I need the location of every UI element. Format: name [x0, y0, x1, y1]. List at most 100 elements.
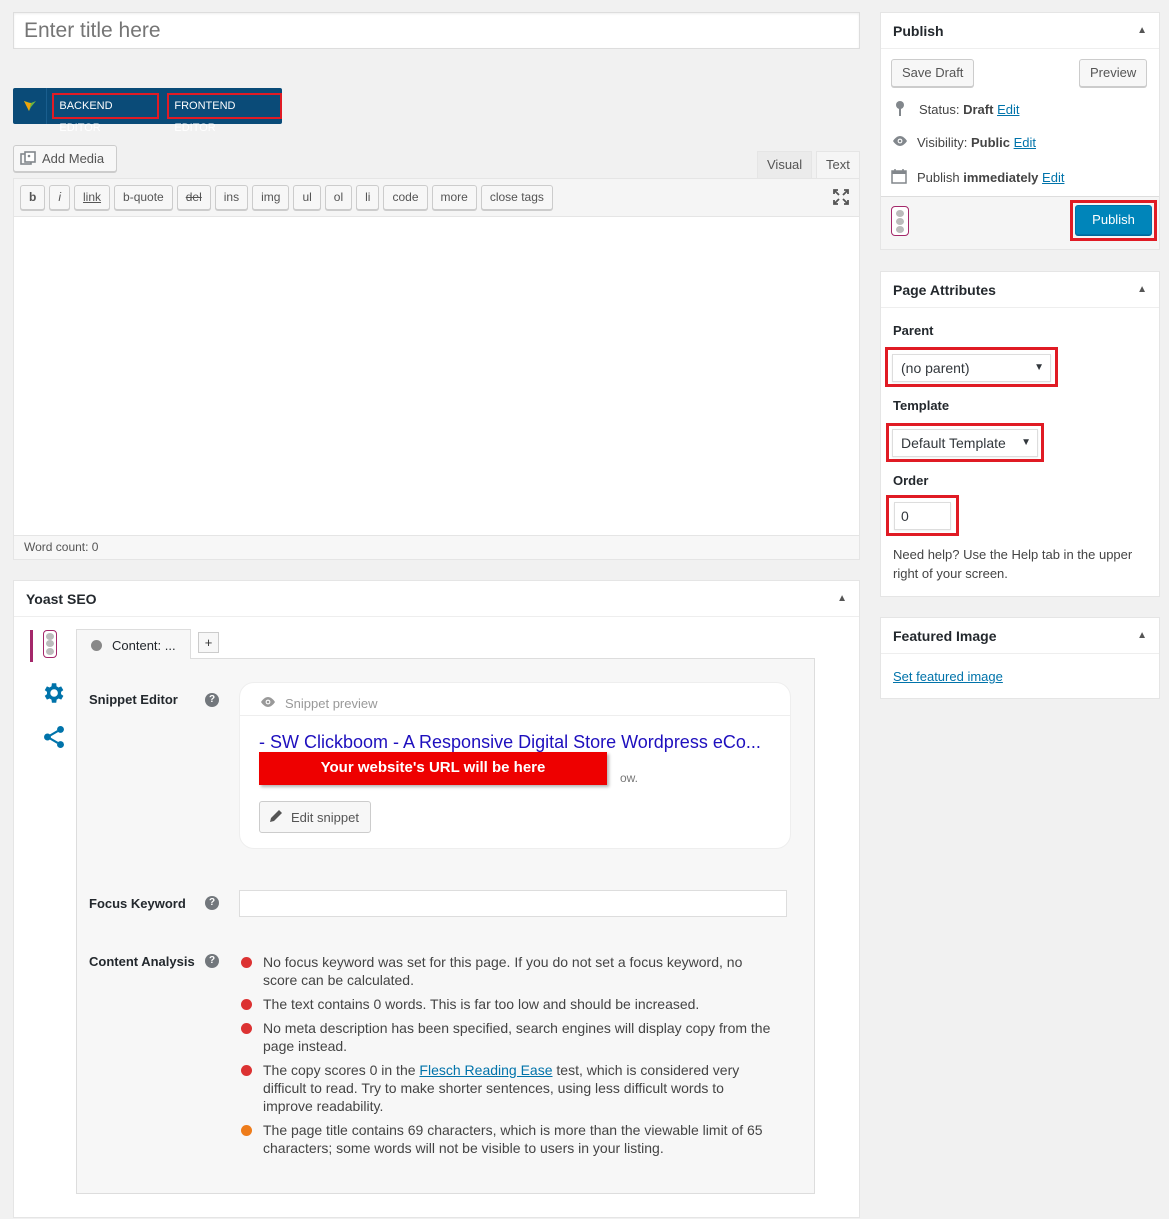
vc-logo-icon [13, 88, 48, 124]
qt-img-button[interactable]: img [252, 185, 290, 210]
yoast-tab-label: Content: ... [112, 638, 176, 653]
order-input-frame: 0 [886, 495, 959, 536]
publish-header[interactable]: Publish ▲ [881, 13, 1159, 49]
fullscreen-icon[interactable] [833, 189, 849, 210]
status-dot-icon [241, 999, 252, 1010]
status-dot-icon [241, 1125, 252, 1136]
featured-image-title: Featured Image [893, 628, 997, 644]
vc-editor-bar: BACKEND EDITOR FRONTEND EDITOR [13, 88, 282, 134]
eye-icon [891, 134, 911, 150]
qt-ol-button[interactable]: ol [324, 185, 353, 210]
publish-button-frame: Publish [1070, 200, 1157, 241]
text-editor[interactable]: b i link b-quote del ins img ul ol li co… [13, 178, 860, 560]
list-item: No focus keyword was set for this page. … [241, 953, 771, 989]
status-dot-icon [241, 957, 252, 968]
qt-more-button[interactable]: more [431, 185, 477, 210]
help-text: Need help? Use the Help tab in the upper… [893, 547, 1133, 581]
caret-down-icon: ▼ [1034, 362, 1044, 373]
qt-bquote-button[interactable]: b-quote [114, 185, 173, 210]
order-input[interactable]: 0 [894, 502, 951, 530]
order-label: Order [893, 473, 929, 488]
visibility-edit-link[interactable]: Edit [1014, 135, 1036, 150]
yoast-header[interactable]: Yoast SEO ▲ [14, 581, 859, 617]
list-item: The page title contains 69 characters, w… [241, 1121, 771, 1157]
tab-text[interactable]: Text [816, 151, 860, 179]
gear-icon[interactable] [40, 680, 66, 709]
frontend-editor-button[interactable]: FRONTEND EDITOR [167, 93, 282, 134]
preview-button[interactable]: Preview [1079, 59, 1148, 87]
collapse-arrow-icon[interactable]: ▲ [1137, 25, 1147, 36]
list-item: The text contains 0 words. This is far t… [241, 995, 771, 1013]
backend-editor-button[interactable]: BACKEND EDITOR [52, 93, 160, 134]
score-dot-icon [91, 640, 102, 651]
page-attributes-header[interactable]: Page Attributes ▲ [881, 272, 1159, 308]
add-media-label: Add Media [42, 151, 105, 166]
snippet-preview-header: Snippet preview [240, 683, 790, 716]
snippet-url-banner: Your website's URL will be here [259, 752, 607, 785]
content-analysis-label: Content Analysis [89, 954, 195, 969]
help-icon[interactable]: ? [205, 693, 219, 707]
template-select-frame: Default Template ▼ [886, 423, 1044, 462]
publish-date-edit-link[interactable]: Edit [1042, 170, 1064, 185]
yoast-side-tab-content[interactable] [30, 630, 64, 662]
collapse-arrow-icon[interactable]: ▲ [1137, 630, 1147, 641]
focus-keyword-input[interactable] [239, 890, 787, 917]
media-icon [20, 150, 38, 167]
collapse-arrow-icon[interactable]: ▲ [1137, 284, 1147, 295]
add-keyword-tab-button[interactable]: + [198, 632, 219, 653]
quicktags-toolbar: b i link b-quote del ins img ul ol li co… [14, 179, 859, 217]
add-media-button[interactable]: Add Media [13, 145, 117, 172]
page-attributes-title: Page Attributes [893, 282, 996, 298]
snippet-preview-label: Snippet preview [285, 695, 378, 711]
qt-italic-button[interactable]: i [49, 185, 71, 210]
status-dot-icon [241, 1023, 252, 1034]
featured-image-box: Featured Image ▲ [880, 617, 1160, 699]
qt-bold-button[interactable]: b [20, 185, 46, 210]
traffic-light-icon [43, 630, 57, 658]
template-select[interactable]: Default Template ▼ [892, 429, 1038, 457]
help-icon[interactable]: ? [205, 896, 219, 910]
parent-select-frame: (no parent) ▼ [885, 347, 1058, 387]
status-dot-icon [241, 1065, 252, 1076]
eye-icon [260, 696, 276, 711]
list-item: The copy scores 0 in the Flesch Reading … [241, 1061, 771, 1115]
list-item: No meta description has been specified, … [241, 1019, 771, 1055]
snippet-desc-tail: ow. [620, 771, 639, 785]
qt-link-button[interactable]: link [74, 185, 111, 210]
share-icon[interactable] [41, 724, 67, 753]
publish-date-row: Publish immediately Edit [891, 168, 1064, 187]
status-row: Status: Draft Edit [893, 100, 1019, 119]
featured-image-header[interactable]: Featured Image ▲ [881, 618, 1159, 654]
publish-title: Publish [893, 23, 944, 39]
snippet-editor-label: Snippet Editor [89, 692, 178, 707]
publish-button[interactable]: Publish [1075, 205, 1152, 235]
help-icon[interactable]: ? [205, 954, 219, 968]
visibility-row: Visibility: Public Edit [891, 134, 1036, 150]
save-draft-button[interactable]: Save Draft [891, 59, 975, 87]
tab-visual[interactable]: Visual [757, 151, 813, 179]
yoast-tab-content[interactable]: Content: ... [76, 629, 191, 659]
seo-score-traffic-icon [891, 206, 909, 236]
qt-ins-button[interactable]: ins [214, 185, 249, 210]
calendar-icon [891, 168, 911, 187]
collapse-arrow-icon[interactable]: ▲ [837, 593, 847, 604]
snippet-title[interactable]: - SW Clickboom - A Responsive Digital St… [259, 732, 761, 753]
flesch-link[interactable]: Flesch Reading Ease [419, 1062, 552, 1078]
status-edit-link[interactable]: Edit [997, 102, 1019, 117]
qt-del-button[interactable]: del [176, 185, 211, 210]
edit-snippet-label: Edit snippet [291, 809, 359, 825]
qt-code-button[interactable]: code [383, 185, 428, 210]
parent-label: Parent [893, 323, 934, 338]
qt-li-button[interactable]: li [356, 185, 380, 210]
qt-close-tags-button[interactable]: close tags [480, 185, 553, 210]
title-input[interactable] [13, 12, 860, 49]
parent-select[interactable]: (no parent) ▼ [892, 354, 1051, 382]
edit-snippet-button[interactable]: Edit snippet [259, 801, 371, 833]
caret-down-icon: ▼ [1021, 437, 1031, 448]
yoast-title: Yoast SEO [26, 591, 97, 607]
template-label: Template [893, 398, 950, 413]
set-featured-image-link[interactable]: Set featured image [893, 669, 1003, 684]
word-count: Word count: 0 [14, 535, 859, 559]
focus-keyword-label: Focus Keyword [89, 896, 186, 911]
qt-ul-button[interactable]: ul [293, 185, 321, 210]
